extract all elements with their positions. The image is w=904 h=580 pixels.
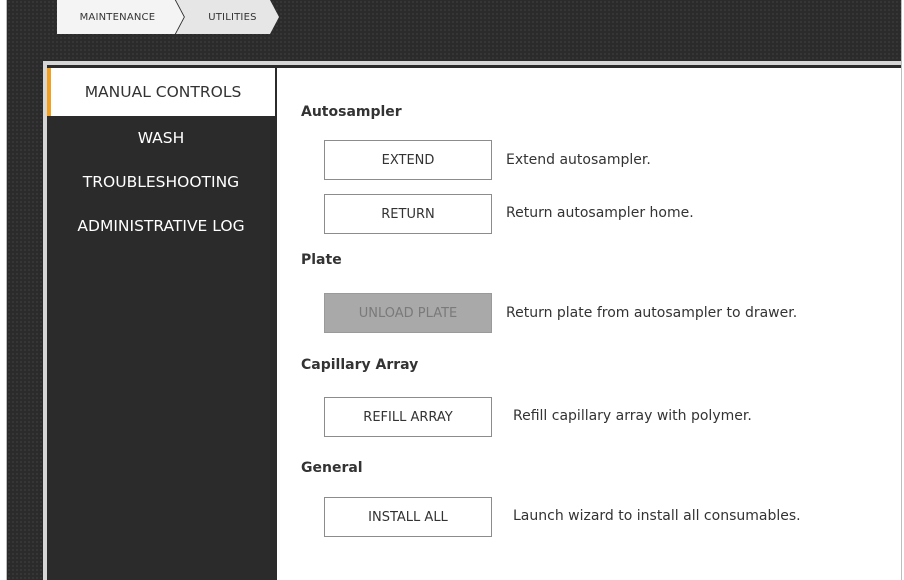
refill-array-description: Refill capillary array with polymer. (513, 408, 752, 424)
sidebar-item-troubleshooting[interactable]: TROUBLESHOOTING (47, 160, 275, 204)
breadcrumb: MAINTENANCE UTILITIES (57, 0, 279, 34)
section-title-autosampler: Autosampler (301, 104, 402, 120)
breadcrumb-maintenance[interactable]: MAINTENANCE (57, 0, 184, 34)
sidebar-item-wash[interactable]: WASH (47, 116, 275, 160)
return-description: Return autosampler home. (506, 205, 694, 221)
maintenance-panel: MANUAL CONTROLS WASH TROUBLESHOOTING ADM… (43, 61, 901, 580)
app-frame: MAINTENANCE UTILITIES MANUAL CONTROLS WA… (6, 0, 902, 580)
refill-array-button[interactable]: REFILL ARRAY (324, 397, 492, 437)
manual-controls-content: Autosampler EXTEND Extend autosampler. R… (277, 68, 901, 580)
install-all-description: Launch wizard to install all consumables… (513, 508, 801, 524)
section-title-general: General (301, 460, 363, 476)
unload-plate-description: Return plate from autosampler to drawer. (506, 305, 798, 321)
extend-description: Extend autosampler. (506, 152, 651, 168)
return-button[interactable]: RETURN (324, 194, 492, 234)
sidebar-item-administrative-log[interactable]: ADMINISTRATIVE LOG (47, 204, 275, 248)
sidebar: MANUAL CONTROLS WASH TROUBLESHOOTING ADM… (47, 68, 275, 580)
install-all-button[interactable]: INSTALL ALL (324, 497, 492, 537)
extend-button[interactable]: EXTEND (324, 140, 492, 180)
section-title-capillary-array: Capillary Array (301, 357, 419, 373)
breadcrumb-utilities[interactable]: UTILITIES (176, 0, 279, 34)
sidebar-item-manual-controls[interactable]: MANUAL CONTROLS (47, 68, 275, 116)
section-title-plate: Plate (301, 252, 342, 268)
unload-plate-button[interactable]: UNLOAD PLATE (324, 293, 492, 333)
